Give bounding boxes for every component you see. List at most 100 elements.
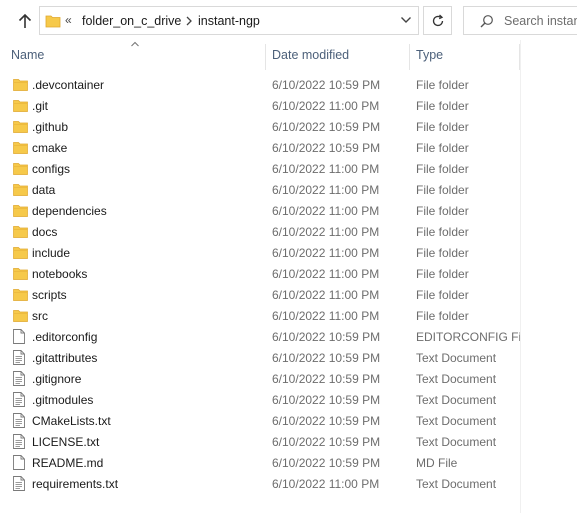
file-type: File folder <box>416 246 469 260</box>
file-row[interactable]: CMakeLists.txt 6/10/2022 10:59 PM Text D… <box>0 410 520 431</box>
file-row[interactable]: .gitmodules 6/10/2022 10:59 PM Text Docu… <box>0 389 520 410</box>
file-date-modified: 6/10/2022 10:59 PM <box>272 393 381 407</box>
file-date-modified: 6/10/2022 11:00 PM <box>272 246 380 260</box>
file-row[interactable]: notebooks 6/10/2022 11:00 PM File folder <box>0 263 520 284</box>
file-row[interactable]: LICENSE.txt 6/10/2022 10:59 PM Text Docu… <box>0 431 520 452</box>
refresh-button[interactable] <box>423 6 452 35</box>
file-name: requirements.txt <box>32 477 119 491</box>
folder-icon <box>13 224 28 240</box>
file-date-modified: 6/10/2022 10:59 PM <box>272 330 381 344</box>
file-row[interactable]: .gitignore 6/10/2022 10:59 PM Text Docum… <box>0 368 520 389</box>
folder-icon <box>13 182 28 198</box>
search-box[interactable]: Search instant-ngp <box>463 6 577 35</box>
text-document-icon <box>13 413 27 429</box>
text-document-icon <box>13 371 27 387</box>
file-name: .gitattributes <box>32 351 98 365</box>
file-row[interactable]: src 6/10/2022 11:00 PM File folder <box>0 305 520 326</box>
file-name: .gitmodules <box>32 393 94 407</box>
breadcrumb-item-1[interactable]: folder_on_c_drive <box>82 14 181 28</box>
file-type: File folder <box>416 267 469 281</box>
file-type: File folder <box>416 204 469 218</box>
column-header-type[interactable]: Type <box>416 40 443 70</box>
column-header-date[interactable]: Date modified <box>272 40 349 70</box>
file-row[interactable]: configs 6/10/2022 11:00 PM File folder <box>0 158 520 179</box>
file-row[interactable]: scripts 6/10/2022 11:00 PM File folder <box>0 284 520 305</box>
folder-icon <box>13 119 28 135</box>
address-overflow-chevron[interactable]: « <box>65 13 72 27</box>
file-date-modified: 6/10/2022 10:59 PM <box>272 141 381 155</box>
address-toolbar: « folder_on_c_drive instant-ngp Search i… <box>0 0 577 40</box>
folder-icon <box>45 15 61 28</box>
file-row[interactable]: dependencies 6/10/2022 11:00 PM File fol… <box>0 200 520 221</box>
column-divider[interactable] <box>265 44 266 70</box>
file-date-modified: 6/10/2022 11:00 PM <box>272 183 380 197</box>
folder-icon <box>13 245 28 261</box>
file-row[interactable]: .git 6/10/2022 11:00 PM File folder <box>0 95 520 116</box>
file-name: data <box>32 183 56 197</box>
file-row[interactable]: .editorconfig 6/10/2022 10:59 PM EDITORC… <box>0 326 520 347</box>
search-icon <box>480 15 493 28</box>
file-date-modified: 6/10/2022 11:00 PM <box>272 309 380 323</box>
file-row[interactable]: .gitattributes 6/10/2022 10:59 PM Text D… <box>0 347 520 368</box>
file-name: src <box>32 309 48 323</box>
breadcrumb-item-2[interactable]: instant-ngp <box>198 14 260 28</box>
chevron-down-icon[interactable] <box>400 16 412 24</box>
file-row[interactable]: README.md 6/10/2022 10:59 PM MD File <box>0 452 520 473</box>
folder-icon <box>13 308 28 324</box>
search-input[interactable]: Search instant-ngp <box>504 14 577 28</box>
chevron-right-icon[interactable] <box>185 15 193 27</box>
file-icon <box>13 329 27 345</box>
folder-icon <box>13 77 28 93</box>
file-type: EDITORCONFIG File <box>416 330 520 344</box>
folder-icon <box>13 203 28 219</box>
file-row[interactable]: requirements.txt 6/10/2022 11:00 PM Text… <box>0 473 520 494</box>
file-date-modified: 6/10/2022 11:00 PM <box>272 162 380 176</box>
file-name: README.md <box>32 456 104 470</box>
file-date-modified: 6/10/2022 10:59 PM <box>272 372 381 386</box>
file-name: LICENSE.txt <box>32 435 100 449</box>
text-document-icon <box>13 350 27 366</box>
file-type: File folder <box>416 120 469 134</box>
file-name: .github <box>32 120 69 134</box>
file-row[interactable]: docs 6/10/2022 11:00 PM File folder <box>0 221 520 242</box>
file-date-modified: 6/10/2022 11:00 PM <box>272 225 380 239</box>
file-name: notebooks <box>32 267 88 281</box>
file-type: MD File <box>416 456 458 470</box>
file-row[interactable]: include 6/10/2022 11:00 PM File folder <box>0 242 520 263</box>
file-name: docs <box>32 225 58 239</box>
column-edge <box>520 40 521 513</box>
folder-icon <box>13 98 28 114</box>
file-type: Text Document <box>416 393 497 407</box>
address-bar[interactable]: « folder_on_c_drive instant-ngp <box>39 6 419 35</box>
file-row[interactable]: data 6/10/2022 11:00 PM File folder <box>0 179 520 200</box>
file-date-modified: 6/10/2022 11:00 PM <box>272 477 380 491</box>
folder-icon <box>13 287 28 303</box>
file-date-modified: 6/10/2022 10:59 PM <box>272 414 381 428</box>
file-name: .gitignore <box>32 372 82 386</box>
file-type: File folder <box>416 309 469 323</box>
file-name: .git <box>32 99 49 113</box>
file-date-modified: 6/10/2022 10:59 PM <box>272 120 381 134</box>
sort-ascending-icon[interactable] <box>130 40 140 48</box>
up-button[interactable] <box>14 9 36 33</box>
file-row[interactable]: .devcontainer 6/10/2022 10:59 PM File fo… <box>0 74 520 95</box>
file-name: dependencies <box>32 204 107 218</box>
file-type: Text Document <box>416 414 497 428</box>
text-document-icon <box>13 392 27 408</box>
folder-icon <box>13 266 28 282</box>
file-type: File folder <box>416 162 469 176</box>
file-type: File folder <box>416 78 469 92</box>
file-type: Text Document <box>416 372 497 386</box>
file-date-modified: 6/10/2022 10:59 PM <box>272 435 381 449</box>
file-row[interactable]: cmake 6/10/2022 10:59 PM File folder <box>0 137 520 158</box>
file-type: File folder <box>416 225 469 239</box>
file-name: include <box>32 246 71 260</box>
file-date-modified: 6/10/2022 10:59 PM <box>272 456 381 470</box>
column-header: Name Date modified Type <box>0 40 520 70</box>
folder-icon <box>13 140 28 156</box>
file-date-modified: 6/10/2022 11:00 PM <box>272 288 380 302</box>
column-divider[interactable] <box>409 44 410 70</box>
column-header-name[interactable]: Name <box>11 40 44 70</box>
file-row[interactable]: .github 6/10/2022 10:59 PM File folder <box>0 116 520 137</box>
file-name: CMakeLists.txt <box>32 414 111 428</box>
